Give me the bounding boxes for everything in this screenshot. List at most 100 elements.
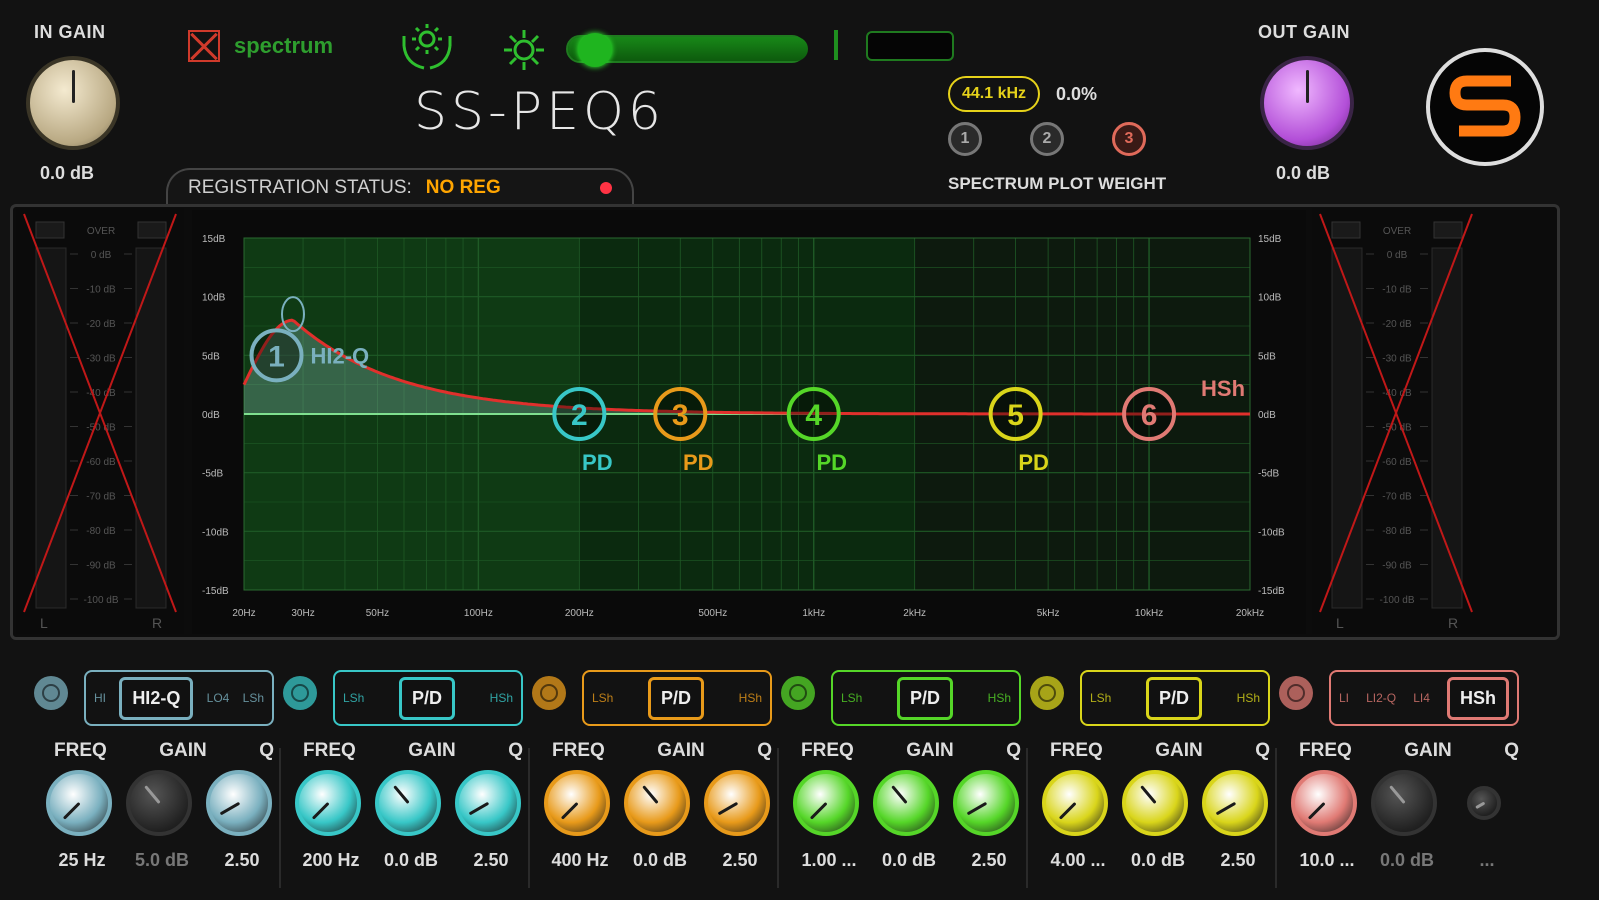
eq-node-number: 4 [805, 399, 822, 432]
preset-display[interactable] [866, 31, 954, 61]
band-2-power-button[interactable] [283, 676, 317, 710]
band-1-freq-knob[interactable] [46, 770, 112, 836]
filter-type-option[interactable]: HSh [988, 691, 1011, 705]
output-meter-over-label: OVER [1383, 226, 1411, 237]
band-param-label: FREQ [1299, 740, 1352, 761]
band-1-q-knob[interactable] [206, 770, 272, 836]
in-gain-knob[interactable] [26, 56, 120, 150]
sample-rate-badge: 44.1 kHz [948, 76, 1041, 112]
band-5-freq-knob[interactable] [1042, 770, 1108, 836]
out-gain-knob[interactable] [1260, 56, 1354, 150]
band-2-freq-knob[interactable] [295, 770, 361, 836]
band-6-freq-knob[interactable] [1291, 770, 1357, 836]
filter-type-option[interactable]: P/D [897, 676, 954, 720]
band-3: LSh P/D HSh FREQ GAIN Q 400 Hz 0.0 dB 2.50 [532, 670, 782, 890]
filter-type-option[interactable]: HSh [1447, 676, 1509, 720]
filter-type-option[interactable]: P/D [399, 676, 456, 720]
meter-scale-label: -90 dB [86, 561, 116, 572]
band-6-q-knob[interactable] [1467, 786, 1501, 820]
spectrum-label: spectrum [234, 33, 334, 58]
band-4-gain-knob[interactable] [873, 770, 939, 836]
output-meter-right-label: R [1448, 615, 1458, 631]
band-param-label: Q [1006, 740, 1021, 761]
band-5-q-knob[interactable] [1202, 770, 1268, 836]
band-5-type-selector[interactable]: LSh P/D HSh [1080, 670, 1270, 726]
filter-type-option[interactable]: P/D [648, 676, 705, 720]
eq-graph[interactable]: 15dB 15dB 10dB 10dB 5dB 5dB 0dB 0dB -5dB -5dB -10d… [192, 210, 1306, 634]
filter-type-option[interactable]: HI [94, 691, 106, 705]
filter-type-option[interactable]: LI2-Q [1366, 691, 1396, 705]
band-1-power-button[interactable] [34, 676, 68, 710]
band-param-labels: FREQ GAIN Q [1050, 740, 1270, 762]
band-param-labels: FREQ GAIN Q [552, 740, 772, 762]
band-5-power-button[interactable] [1030, 676, 1064, 710]
registration-indicator [600, 182, 612, 194]
band-3-freq-knob[interactable] [544, 770, 610, 836]
band-3-gain-knob[interactable] [624, 770, 690, 836]
meter-scale-label: -100 dB [83, 595, 118, 606]
band-4-freq-value: 1.00 ... [801, 850, 857, 870]
spectrum-toggle[interactable]: spectrum [188, 30, 333, 62]
band-1-type-selector[interactable]: HI HI2-Q LO4 LSh [84, 670, 274, 726]
filter-type-option[interactable]: LSh [1090, 691, 1111, 705]
band-4-power-button[interactable] [781, 676, 815, 710]
filter-type-option[interactable]: LI4 [1413, 691, 1430, 705]
filter-type-option[interactable]: LO4 [207, 691, 230, 705]
band-6-q-value: ... [1479, 850, 1495, 870]
filter-type-option[interactable]: P/D [1146, 676, 1203, 720]
band-4-type-selector[interactable]: LSh P/D HSh [831, 670, 1021, 726]
y-axis-label-right: 5dB [1258, 351, 1276, 362]
eq-node-number: 2 [571, 399, 588, 432]
slider-divider [834, 30, 838, 60]
band-1-gain-knob[interactable] [126, 770, 192, 836]
filter-type-option[interactable]: LSh [841, 691, 862, 705]
filter-type-option[interactable]: LSh [343, 691, 364, 705]
band-6-gain-knob[interactable] [1371, 770, 1437, 836]
brightness-slider[interactable] [566, 33, 808, 67]
filter-type-option[interactable]: HI2-Q [119, 676, 194, 720]
filter-type-option[interactable]: LI [1339, 691, 1349, 705]
band-1: HI HI2-Q LO4 LSh FREQ GAIN Q 25 Hz 5.0 dB 2.50 [34, 670, 284, 890]
band-param-label: GAIN [1404, 740, 1452, 761]
band-values: 4.00 ... 0.0 dB 2.50 [1042, 850, 1274, 871]
meter-scale-label: -20 dB [1382, 319, 1412, 330]
filter-type-option[interactable]: HSh [490, 691, 513, 705]
meter-scale-label: -10 dB [86, 285, 116, 296]
weight-button-2[interactable]: 2 [1030, 122, 1064, 156]
band-divider [777, 748, 779, 888]
band-2-q-knob[interactable] [455, 770, 521, 836]
band-5-gain-knob[interactable] [1122, 770, 1188, 836]
band-3-power-button[interactable] [532, 676, 566, 710]
x-axis-label: 20Hz [232, 608, 255, 619]
band-3-freq-value: 400 Hz [551, 850, 609, 870]
filter-type-option[interactable]: HSh [739, 691, 762, 705]
cpu-percent: 0.0% [1056, 84, 1098, 104]
y-axis-label-left: 15dB [202, 234, 226, 245]
y-axis-label-left: -10dB [202, 527, 229, 538]
band-param-label: Q [508, 740, 523, 761]
band-divider [1026, 748, 1028, 888]
filter-type-option[interactable]: LSh [592, 691, 613, 705]
filter-type-option[interactable]: LSh [243, 691, 264, 705]
band-param-label: GAIN [159, 740, 207, 761]
registration-label: REGISTRATION STATUS: [188, 177, 412, 198]
band-values: 400 Hz 0.0 dB 2.50 [544, 850, 776, 871]
meter-scale-label: -80 dB [1382, 526, 1412, 537]
band-2-type-selector[interactable]: LSh P/D HSh [333, 670, 523, 726]
filter-type-option[interactable]: HSh [1237, 691, 1260, 705]
weight-button-1[interactable]: 1 [948, 122, 982, 156]
band-4-freq-knob[interactable] [793, 770, 859, 836]
band-3-q-knob[interactable] [704, 770, 770, 836]
hands-gear-icon[interactable] [398, 22, 456, 72]
y-axis-label-right: 0dB [1258, 410, 1276, 421]
band-2: LSh P/D HSh FREQ GAIN Q 200 Hz 0.0 dB 2.50 [283, 670, 533, 890]
band-6-power-button[interactable] [1279, 676, 1313, 710]
band-6-type-selector[interactable]: LI LI2-Q LI4 HSh [1329, 670, 1519, 726]
input-meter-left-label: L [40, 615, 48, 631]
weight-button-3[interactable]: 3 [1112, 122, 1146, 156]
brightness-slider-thumb[interactable] [578, 33, 613, 67]
band-2-gain-knob[interactable] [375, 770, 441, 836]
band-3-type-selector[interactable]: LSh P/D HSh [582, 670, 772, 726]
band-4-q-knob[interactable] [953, 770, 1019, 836]
band-3-q-value: 2.50 [722, 850, 758, 870]
